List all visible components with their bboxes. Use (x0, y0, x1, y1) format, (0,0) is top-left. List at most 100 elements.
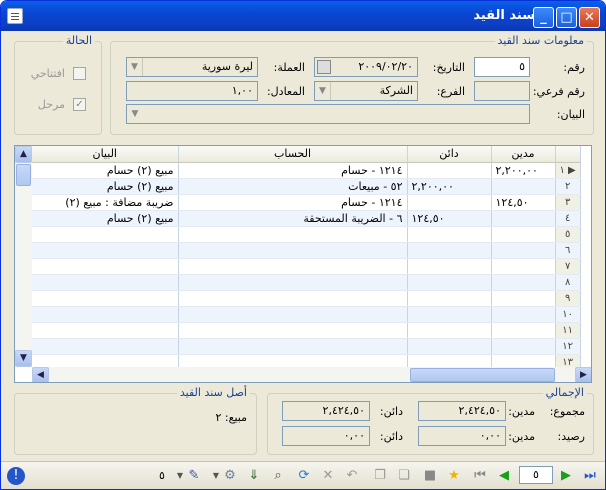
rownum-cell[interactable]: ١٢ (555, 338, 581, 355)
date-field[interactable]: ٢٠٠٩/٠٢/٢٠ (314, 57, 418, 77)
credit-cell[interactable] (407, 242, 492, 259)
credit-cell[interactable]: ٢,٢٠٠,٠٠ (407, 178, 492, 195)
debit-cell[interactable] (491, 338, 556, 355)
statement-header[interactable]: البيان (32, 146, 179, 163)
account-cell[interactable] (178, 322, 408, 339)
window-menu-icon[interactable] (7, 8, 23, 24)
scroll-down-icon[interactable]: ▼ (15, 350, 32, 367)
rownum-cell[interactable]: ١٠ (555, 306, 581, 323)
credit-cell[interactable] (407, 194, 492, 211)
sort-icon[interactable]: ⇓ (245, 467, 263, 485)
settings-icon[interactable]: ⚙ (221, 467, 239, 485)
debit-cell[interactable] (491, 258, 556, 275)
debit-cell[interactable] (491, 210, 556, 227)
table-row[interactable]: ▶ ١ ٢,٢٠٠,٠٠ ١٢١٤ - حسام مبيع (٢) حسام (32, 162, 581, 179)
account-cell[interactable] (178, 258, 408, 275)
opening-checkbox[interactable] (73, 67, 86, 80)
minimize-button[interactable]: _ (533, 7, 554, 28)
debit-cell[interactable] (491, 290, 556, 307)
table-row[interactable]: ٢ ٢,٢٠٠,٠٠ ٥٢ - مبيعات مبيع (٢) حسام (32, 178, 581, 195)
debit-cell[interactable] (491, 274, 556, 291)
table-row[interactable]: ١٢ (32, 338, 581, 355)
chevron-down-icon[interactable]: ▼ (315, 82, 331, 100)
account-cell[interactable] (178, 306, 408, 323)
statement-cell[interactable] (32, 290, 179, 307)
debit-cell[interactable] (491, 306, 556, 323)
table-row[interactable]: ٦ (32, 242, 581, 259)
debit-cell[interactable] (491, 322, 556, 339)
next-record-icon[interactable]: ▶ (557, 467, 575, 485)
maximize-button[interactable]: □ (556, 7, 577, 28)
account-cell[interactable]: ١٢١٤ - حسام (178, 194, 408, 211)
record-number-input[interactable]: ٥ (519, 466, 553, 484)
debit-cell[interactable]: ٢,٢٠٠,٠٠ (491, 162, 556, 179)
save-icon[interactable]: ■ (421, 467, 439, 485)
statement-cell[interactable]: مبيع (٢) حسام (32, 162, 179, 179)
credit-header[interactable]: دائن (407, 146, 492, 163)
table-row[interactable]: ١١ (32, 322, 581, 339)
origin-value[interactable]: مبيع: ٢ (215, 411, 247, 424)
previous-record-icon[interactable]: ◀ (495, 467, 513, 485)
title-bar[interactable]: سند القيد _ □ ✕ (1, 1, 605, 31)
credit-cell[interactable] (407, 258, 492, 275)
vertical-scroll-thumb[interactable] (16, 164, 31, 186)
statement-cell[interactable] (32, 242, 179, 259)
rownum-cell[interactable]: ٥ (555, 226, 581, 243)
search-icon[interactable]: ⌕ (269, 467, 287, 485)
statement-cell[interactable]: مبيع (٢) حسام (32, 210, 179, 227)
rownum-cell[interactable]: ▶ ١ (555, 162, 581, 179)
credit-cell[interactable]: ١٢٤,٥٠ (407, 210, 492, 227)
credit-cell[interactable] (407, 290, 492, 307)
statement-cell[interactable] (32, 322, 179, 339)
currency-combo[interactable]: ليرة سورية ▼ (126, 57, 258, 77)
table-row[interactable]: ٧ (32, 258, 581, 275)
posted-checkbox[interactable]: ✓ (73, 98, 86, 111)
statement-cell[interactable]: مبيع (٢) حسام (32, 178, 179, 195)
last-record-icon[interactable]: ⏭ (581, 467, 599, 485)
debit-cell[interactable]: ١٢٤,٥٠ (491, 194, 556, 211)
scroll-up-icon[interactable]: ▲ (15, 146, 32, 163)
statement-cell[interactable] (32, 258, 179, 275)
account-cell[interactable]: ١٢١٤ - حسام (178, 162, 408, 179)
rownum-cell[interactable]: ٤ (555, 210, 581, 227)
table-row[interactable]: ٣ ١٢٤,٥٠ ١٢١٤ - حسام ضريبة مضافة : مبيع (٢) (32, 194, 581, 211)
statement-cell[interactable] (32, 338, 179, 355)
account-header[interactable]: الحساب (178, 146, 408, 163)
rownum-cell[interactable]: ٧ (555, 258, 581, 275)
horizontal-scrollbar[interactable]: ◀ ▶ (32, 367, 591, 382)
account-cell[interactable] (178, 242, 408, 259)
table-row[interactable]: ٨ (32, 274, 581, 291)
entries-grid[interactable]: مدين دائن الحساب البيان ▶ ١ ٢,٢٠٠,٠٠ ١٢١٤ … (14, 145, 592, 383)
credit-cell[interactable] (407, 162, 492, 179)
statement-cell[interactable] (32, 274, 179, 291)
credit-cell[interactable] (407, 274, 492, 291)
account-cell[interactable] (178, 274, 408, 291)
rownum-cell[interactable]: ٩ (555, 290, 581, 307)
credit-cell[interactable] (407, 306, 492, 323)
rate-field[interactable]: ١,٠٠ (126, 81, 258, 101)
account-cell[interactable]: ٦ - الضريبة المستحقة (178, 210, 408, 227)
scroll-left-icon[interactable]: ◀ (32, 367, 49, 382)
star-icon[interactable]: ★ (445, 467, 463, 485)
debit-header[interactable]: مدين (491, 146, 556, 163)
table-row[interactable]: ٩ (32, 290, 581, 307)
table-row[interactable]: ١٠ (32, 306, 581, 323)
credit-cell[interactable] (407, 338, 492, 355)
statement-field[interactable]: ▼ (126, 104, 530, 124)
copy-icon[interactable]: ❐ (371, 467, 389, 485)
attachment-icon[interactable]: ✎ (185, 467, 203, 485)
account-cell[interactable] (178, 226, 408, 243)
scroll-right-icon[interactable]: ▶ (575, 367, 591, 382)
account-cell[interactable]: ٥٢ - مبيعات (178, 178, 408, 195)
statement-cell[interactable] (32, 226, 179, 243)
number-field[interactable]: ٥ (474, 57, 530, 77)
rownum-cell[interactable]: ٣ (555, 194, 581, 211)
chevron-down-icon[interactable]: ▼ (127, 105, 143, 123)
info-icon[interactable]: ! (7, 467, 25, 485)
statement-cell[interactable]: ضريبة مضافة : مبيع (٢) (32, 194, 179, 211)
credit-cell[interactable] (407, 226, 492, 243)
credit-cell[interactable] (407, 322, 492, 339)
subnumber-field[interactable] (474, 81, 530, 101)
vertical-scrollbar[interactable]: ▲ ▼ (15, 146, 32, 367)
calendar-icon[interactable] (317, 60, 331, 74)
